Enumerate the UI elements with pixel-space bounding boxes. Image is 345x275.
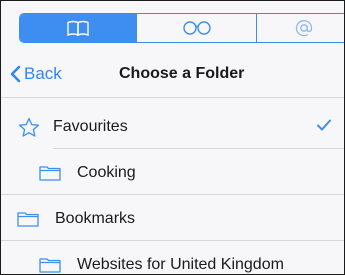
star-icon: [15, 117, 43, 138]
row-separator: [1, 194, 344, 195]
back-label: Back: [24, 64, 62, 83]
folder-label: Cooking: [77, 164, 136, 181]
at-sign-icon: [295, 20, 312, 37]
navigation-bar: Back Choose a Folder: [1, 51, 344, 98]
folder-row-websites-uk[interactable]: Websites for United Kingdom: [1, 243, 344, 274]
segment-shared-links[interactable]: [256, 14, 344, 42]
checkmark-icon: [316, 118, 332, 137]
book-icon: [67, 20, 89, 36]
folder-row-favourites[interactable]: Favourites: [1, 105, 344, 149]
reading-glasses-icon: [182, 21, 211, 35]
row-separator: [53, 148, 344, 149]
folder-icon: [39, 165, 61, 181]
folder-icon: [39, 257, 61, 273]
page-title: Choose a Folder: [119, 65, 245, 82]
folder-label: Bookmarks: [55, 210, 136, 227]
segment-bookmarks[interactable]: [20, 14, 136, 42]
folder-row-cooking[interactable]: Cooking: [1, 151, 344, 195]
row-separator: [1, 240, 344, 241]
folder-row-bookmarks[interactable]: Bookmarks: [1, 197, 344, 241]
back-button[interactable]: Back: [10, 64, 62, 84]
folder-icon: [17, 211, 39, 227]
folder-label: Favourites: [53, 118, 128, 135]
choose-folder-panel: Back Choose a Folder Favourites Cooking: [0, 0, 345, 275]
folder-label: Websites for United Kingdom: [77, 256, 284, 273]
segment-reading-list[interactable]: [136, 14, 256, 42]
bookmarks-segmented-control: [19, 13, 344, 43]
chevron-left-icon: [10, 65, 21, 83]
